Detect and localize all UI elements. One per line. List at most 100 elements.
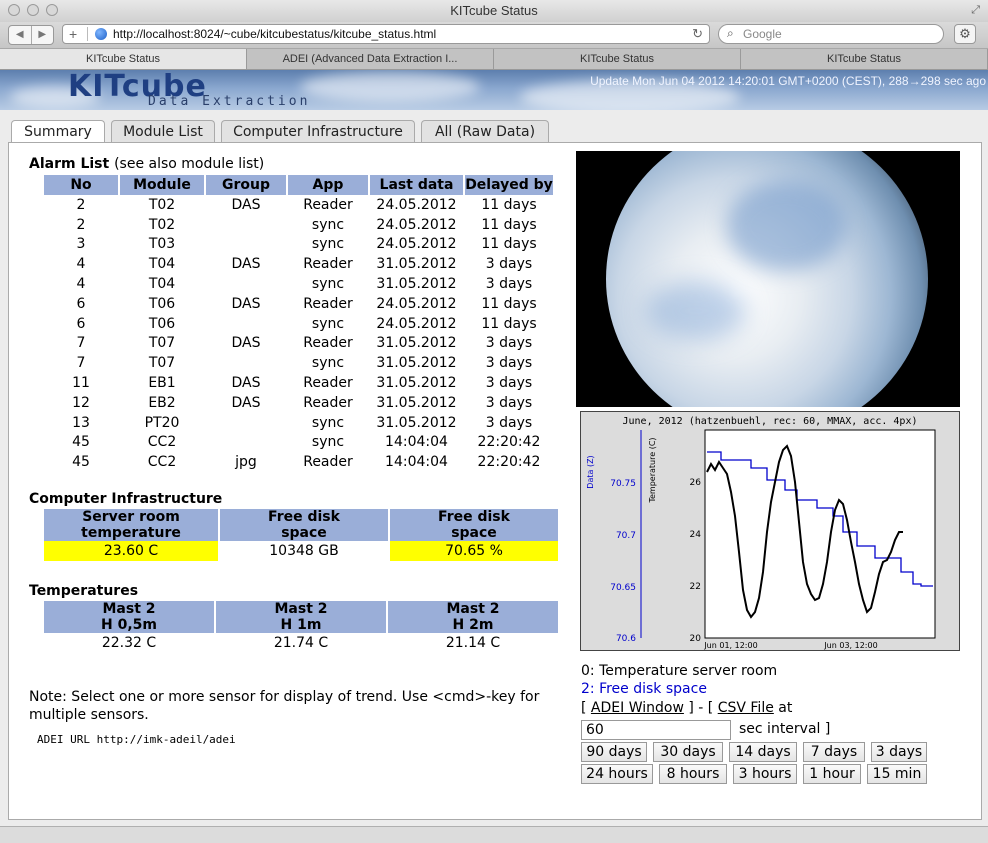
free-disk-space-gb-value[interactable]: 10348 GB: [220, 541, 388, 561]
free-disk-space-percent-value[interactable]: 70.65 %: [390, 541, 558, 561]
legend-series-0[interactable]: 0: Temperature server room: [581, 663, 777, 679]
alarm-row[interactable]: 3 T03 sync 24.05.2012 11 days: [44, 235, 553, 255]
alarm-row[interactable]: 45 CC2 jpg Reader 14:04:04 22:20:42: [44, 452, 553, 472]
alarm-cell: Reader: [303, 196, 353, 213]
window-titlebar: KITcube Status ⤢: [0, 0, 988, 23]
alarm-cell: 31.05.2012: [376, 414, 457, 431]
trend-plot-svg: June, 2012 (hatzenbuehl, rec: 60, MMAX, …: [586, 416, 936, 650]
legend-series-2[interactable]: 2: Free disk space: [581, 681, 707, 697]
tab-computer-infrastructure[interactable]: Computer Infrastructure: [221, 120, 415, 142]
alarm-cell: 22:20:42: [477, 434, 541, 451]
alarm-cell: DAS: [231, 375, 261, 392]
tab-module-list[interactable]: Module List: [111, 120, 215, 142]
range-15-min-button[interactable]: 15 min: [867, 764, 927, 784]
browser-tab[interactable]: KITcube Status: [0, 49, 247, 69]
browser-tab[interactable]: ADEI (Advanced Data Extraction I...: [247, 49, 494, 69]
forward-arrow-icon[interactable]: ▶: [30, 26, 54, 44]
alarm-cell: sync: [311, 216, 345, 233]
alarm-cell: T04: [148, 256, 176, 273]
range-3-hours-button[interactable]: 3 hours: [733, 764, 797, 784]
alarm-row[interactable]: 7 T07 DAS Reader 31.05.2012 3 days: [44, 334, 553, 354]
adei-window-link[interactable]: ADEI Window: [591, 700, 684, 716]
right-tick-label: 22: [690, 582, 701, 592]
alarm-cell: 14:04:04: [385, 454, 448, 471]
range-8-hours-button[interactable]: 8 hours: [659, 764, 727, 784]
alarm-cell: 2: [76, 196, 86, 213]
alarm-cell: 6: [76, 315, 86, 332]
infrastructure-table: Server room temperature Free disk space Fr…: [42, 509, 560, 561]
alarm-cell: 31.05.2012: [376, 394, 457, 411]
url-text[interactable]: http://localhost:8024/~cube/kitcubestatu…: [113, 27, 436, 41]
address-bar[interactable]: + http://localhost:8024/~cube/kitcubesta…: [62, 24, 710, 44]
module-list-link[interactable]: (see also module list): [114, 156, 264, 172]
alarm-row[interactable]: 2 T02 DAS Reader 24.05.2012 11 days: [44, 195, 553, 215]
alarm-cell: 11 days: [481, 295, 537, 312]
range-14-days-button[interactable]: 14 days: [729, 742, 797, 762]
add-bookmark-icon[interactable]: +: [69, 26, 77, 42]
separator-text: ] - [: [688, 700, 714, 716]
right-tick-label: 24: [690, 530, 702, 540]
alarm-cell: T02: [148, 196, 176, 213]
alarm-table: No Module Group App Last data Delayed by…: [42, 175, 555, 472]
range-90-days-button[interactable]: 90 days: [581, 742, 647, 762]
browser-tab[interactable]: KITcube Status: [494, 49, 741, 69]
range-30-days-button[interactable]: 30 days: [653, 742, 723, 762]
plot-area: [704, 429, 936, 639]
alarm-cell: 13: [72, 414, 90, 431]
globe-icon: [95, 28, 107, 40]
range-7-days-button[interactable]: 7 days: [803, 742, 865, 762]
x-tick-label: Jun 03, 12:00: [823, 641, 877, 650]
interval-input[interactable]: 60: [581, 720, 731, 740]
csv-file-link[interactable]: CSV File: [718, 700, 774, 716]
mast-2-h2-value[interactable]: 21.14 C: [388, 633, 558, 653]
alarm-cell: 7: [76, 355, 86, 372]
left-tick-label: 70.7: [616, 531, 636, 541]
alarm-row[interactable]: 6 T06 sync 24.05.2012 11 days: [44, 314, 553, 334]
mast-2-h1-value[interactable]: 21.74 C: [216, 633, 386, 653]
range-3-days-button[interactable]: 3 days: [871, 742, 927, 762]
alarm-cell: EB2: [148, 394, 176, 411]
range-1-hour-button[interactable]: 1 hour: [803, 764, 861, 784]
alarm-cell: 14:04:04: [385, 434, 448, 451]
mast-2-h2-header: Mast 2H 2m: [388, 601, 558, 633]
alarm-cell: 31.05.2012: [376, 256, 457, 273]
right-tick-label: 20: [690, 634, 702, 644]
alarm-row[interactable]: 6 T06 DAS Reader 24.05.2012 11 days: [44, 294, 553, 314]
sky-camera-image: [576, 151, 960, 407]
alarm-row[interactable]: 13 PT20 sync 31.05.2012 3 days: [44, 413, 553, 433]
alarm-cell: Reader: [303, 394, 353, 411]
alarm-row[interactable]: 12 EB2 DAS Reader 31.05.2012 3 days: [44, 393, 553, 413]
browser-tab[interactable]: KITcube Status: [741, 49, 988, 69]
alarm-row[interactable]: 11 EB1 DAS Reader 31.05.2012 3 days: [44, 373, 553, 393]
alarm-row[interactable]: 7 T07 sync 31.05.2012 3 days: [44, 353, 553, 373]
search-field[interactable]: ⌕ Google: [718, 24, 944, 44]
alarm-cell: CC2: [147, 434, 177, 451]
temperatures-table: Mast 2H 0,5m Mast 2H 1m Mast 2H 2m 22.32…: [42, 601, 560, 653]
bracket-text: [: [581, 700, 587, 716]
alarm-list-heading: Alarm List (see also module list): [29, 156, 264, 172]
selection-note: Note: Select one or more sensor for disp…: [29, 689, 540, 723]
alarm-cell: 31.05.2012: [376, 335, 457, 352]
server-room-temperature-header: Server room temperature: [44, 509, 218, 541]
alarm-cell: T02: [148, 216, 176, 233]
tab-all-raw-data[interactable]: All (Raw Data): [421, 120, 549, 142]
server-room-temperature-value[interactable]: 23.60 C: [44, 541, 218, 561]
reload-icon[interactable]: ↻: [692, 26, 703, 42]
alarm-cell: Reader: [303, 256, 353, 273]
fullscreen-icon[interactable]: ⤢: [971, 3, 980, 17]
logo-subtitle: Data Extraction: [148, 94, 311, 109]
plot-title: June, 2012 (hatzenbuehl, rec: 60, MMAX, …: [622, 416, 917, 427]
alarm-row[interactable]: 45 CC2 sync 14:04:04 22:20:42: [44, 433, 553, 453]
mast-2-h05-value[interactable]: 22.32 C: [44, 633, 214, 653]
alarm-row[interactable]: 4 T04 DAS Reader 31.05.2012 3 days: [44, 254, 553, 274]
interval-suffix: sec interval ]: [739, 721, 831, 737]
tab-summary[interactable]: Summary: [11, 120, 105, 143]
alarm-cell: sync: [311, 414, 345, 431]
range-24-hours-button[interactable]: 24 hours: [581, 764, 653, 784]
alarm-cell: [206, 353, 286, 373]
gear-icon[interactable]: ⚙: [954, 24, 976, 44]
alarm-row[interactable]: 4 T04 sync 31.05.2012 3 days: [44, 274, 553, 294]
back-arrow-icon[interactable]: ◀: [9, 26, 31, 44]
alarm-cell: 2: [76, 216, 86, 233]
alarm-row[interactable]: 2 T02 sync 24.05.2012 11 days: [44, 215, 553, 235]
